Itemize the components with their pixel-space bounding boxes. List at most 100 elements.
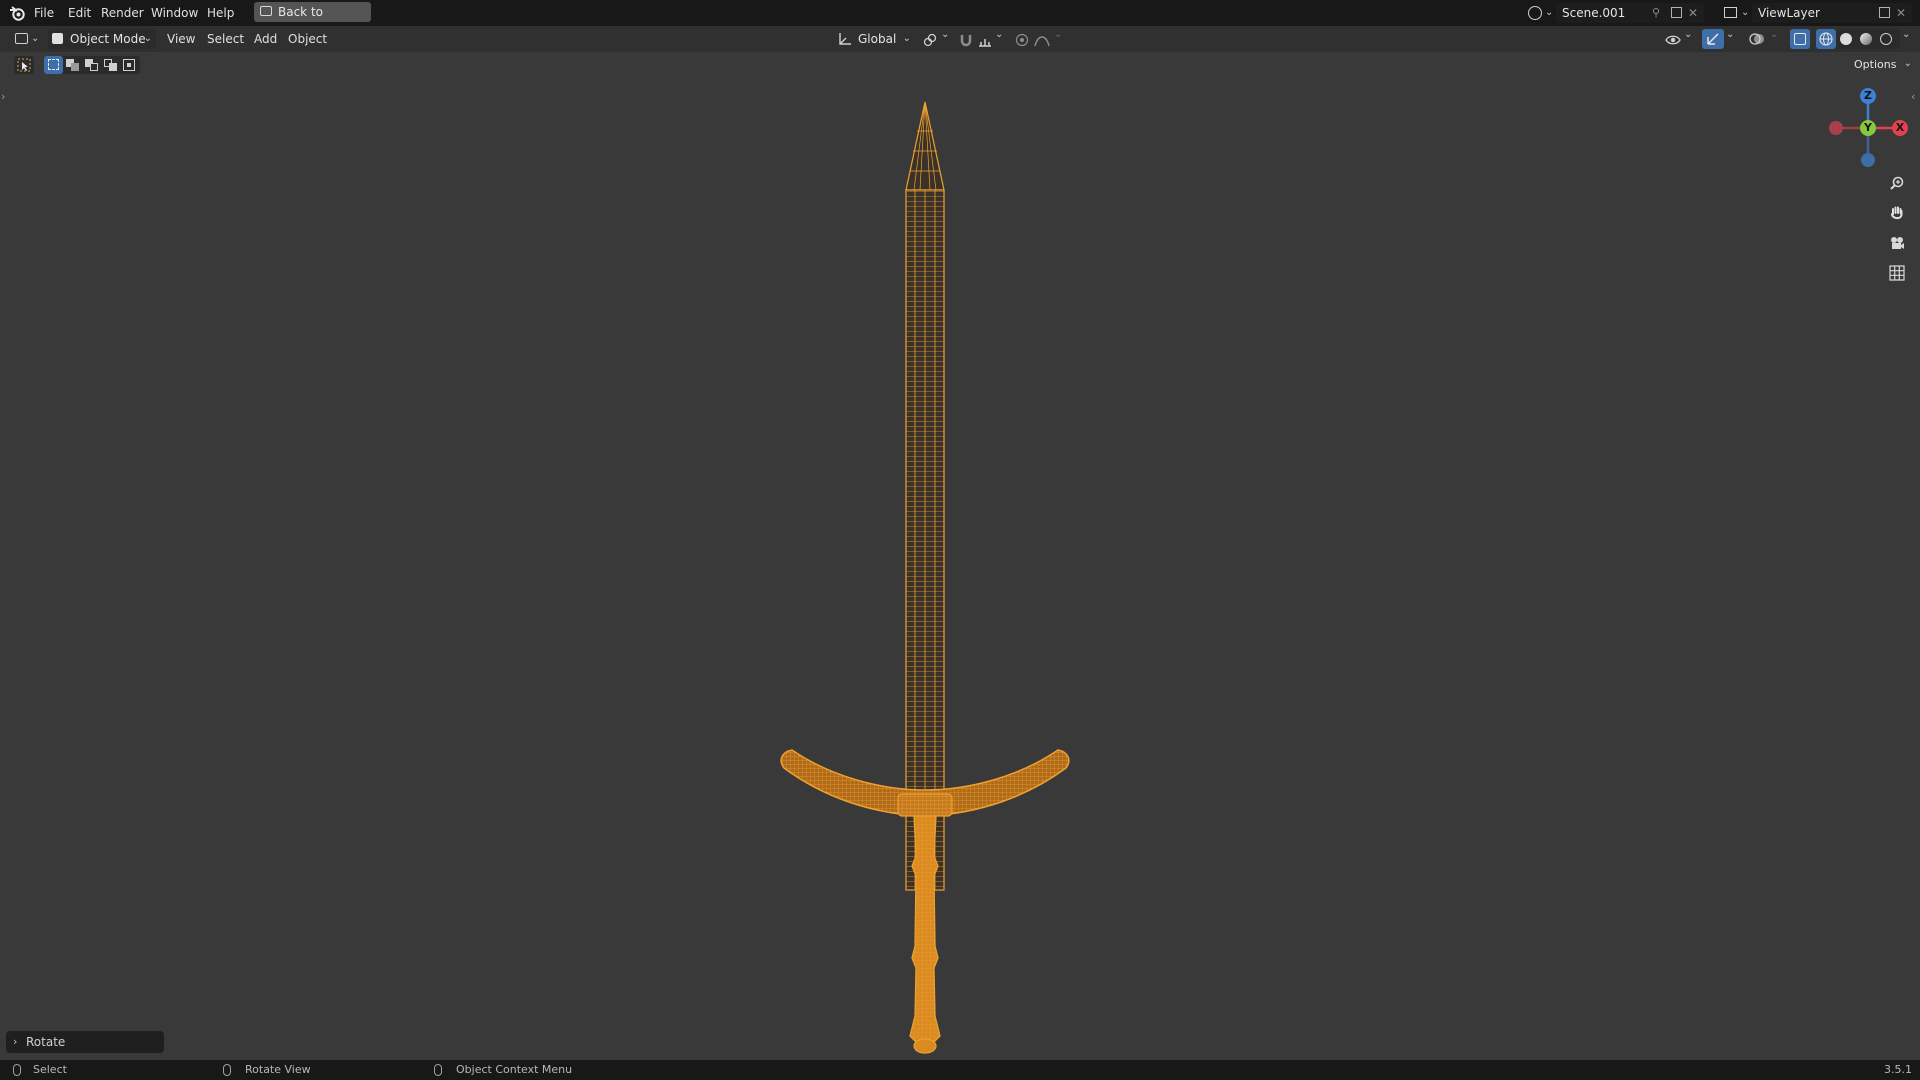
overlays-icon <box>1749 33 1764 45</box>
falloff-curve-icon[interactable] <box>1034 33 1050 47</box>
close-icon[interactable]: ✕ <box>1896 3 1906 23</box>
overlays-toggle-button[interactable] <box>1746 29 1768 49</box>
view-layer-text: ViewLayer <box>1758 6 1820 20</box>
gizmo-neg-x[interactable] <box>1829 121 1843 135</box>
chevron-down-icon: ⌄ <box>1054 29 1063 40</box>
menu-add[interactable]: Add <box>254 26 277 52</box>
scene-icon <box>1528 6 1542 20</box>
rendered-shading-button[interactable] <box>1876 29 1896 49</box>
snap-controls[interactable]: ⌄ <box>958 29 1004 49</box>
hand-icon[interactable] <box>1884 200 1910 226</box>
chevron-down-icon: ⌄ <box>1741 7 1750 18</box>
menu-object[interactable]: Object <box>288 26 327 52</box>
sword-mesh[interactable] <box>770 96 1080 1056</box>
options-label: Options <box>1854 58 1897 71</box>
gizmo-dropdown-chevron-icon[interactable]: ⌄ <box>1726 29 1734 40</box>
gizmo-toggle-button[interactable] <box>1702 29 1724 49</box>
redo-panel-label: Rotate <box>26 1035 66 1049</box>
pommel <box>913 1038 937 1054</box>
gizmo-z-axis[interactable]: Z <box>1860 88 1876 104</box>
chevron-down-icon: ⌄ <box>31 33 40 44</box>
mouse-left-icon <box>13 1064 21 1076</box>
status-select: Select <box>33 1063 67 1076</box>
mode-label: Object Mode <box>70 32 146 46</box>
selection-mode-group <box>44 56 140 74</box>
wireframe-shading-button[interactable] <box>1816 29 1836 49</box>
snap-increment-icon[interactable] <box>978 33 992 47</box>
eye-icon <box>1665 35 1681 45</box>
chevron-down-icon: ⌄ <box>1903 58 1912 69</box>
toolbar-expand-arrow-icon[interactable]: › <box>1 90 5 103</box>
xray-toggle-button[interactable] <box>1790 29 1810 49</box>
blender-icon[interactable] <box>9 5 25 21</box>
select-extend-icon-part <box>71 63 79 71</box>
transform-orientation-dropdown[interactable]: Global ⌄ <box>835 29 913 49</box>
menu-edit[interactable]: Edit <box>68 0 91 26</box>
select-subtract-button[interactable] <box>82 56 101 74</box>
scene-name-text: Scene.001 <box>1562 6 1626 20</box>
status-rotate-view: Rotate View <box>245 1063 311 1076</box>
mouse-right-icon <box>434 1064 442 1076</box>
mouse-middle-icon <box>223 1064 231 1076</box>
wireframe-sphere-icon <box>1819 32 1833 46</box>
redo-last-panel[interactable]: › Rotate <box>6 1031 164 1053</box>
menu-help[interactable]: Help <box>207 0 234 26</box>
menu-render[interactable]: Render <box>101 0 144 26</box>
gizmo-x-axis[interactable]: X <box>1892 120 1908 136</box>
tool-select-box-button[interactable] <box>14 56 34 74</box>
zoom-icon[interactable] <box>1884 170 1910 196</box>
chevron-down-icon: ⌄ <box>143 33 152 44</box>
back-to-previous-button[interactable]: Back to Previous <box>254 2 371 39</box>
view-layer-browse-button[interactable]: ⌄ <box>1722 4 1752 22</box>
new-scene-icon[interactable] <box>1671 7 1682 18</box>
close-icon[interactable]: ✕ <box>1688 3 1698 23</box>
scene-name-field[interactable]: Scene.001 ⚲ ✕ <box>1556 3 1704 23</box>
snap-magnet-icon[interactable] <box>959 33 973 47</box>
pin-icon[interactable]: ⚲ <box>1652 3 1660 23</box>
menu-window[interactable]: Window <box>151 0 198 26</box>
proportional-edit-icon[interactable] <box>1015 33 1029 47</box>
gizmo-neg-z[interactable] <box>1861 153 1875 167</box>
xray-icon <box>1794 33 1806 45</box>
gizmo-icon <box>1707 33 1719 45</box>
select-extend-button[interactable] <box>63 56 82 74</box>
solid-shading-button[interactable] <box>1836 29 1856 49</box>
chevron-down-icon: ⌄ <box>1545 7 1554 18</box>
chevron-right-icon: › <box>13 1035 18 1048</box>
grid-icon[interactable] <box>1884 260 1910 286</box>
select-new-icon <box>48 59 59 70</box>
camera-icon[interactable] <box>1884 230 1910 256</box>
select-intersect-icon-part <box>127 63 131 67</box>
solid-sphere-icon <box>1840 33 1852 45</box>
pivot-icon <box>923 33 937 47</box>
visibility-dropdown[interactable]: ⌄ <box>1664 29 1694 49</box>
select-new-button[interactable] <box>44 56 63 74</box>
orientation-label: Global <box>858 32 897 46</box>
screen-back-icon <box>260 6 272 16</box>
menu-file[interactable]: File <box>34 0 54 26</box>
shading-dropdown-chevron-icon[interactable]: ⌄ <box>1902 29 1910 40</box>
view-layer-field[interactable]: ViewLayer ✕ <box>1752 3 1912 23</box>
chevron-down-icon: ⌄ <box>902 33 911 44</box>
shading-mode-group <box>1816 29 1900 49</box>
proportional-editing-controls[interactable]: ⌄ <box>1014 29 1064 49</box>
options-dropdown[interactable]: Options ⌄ <box>1848 56 1914 74</box>
select-cursor-icon <box>17 58 31 72</box>
select-invert-button[interactable] <box>101 56 120 74</box>
new-view-layer-icon[interactable] <box>1879 7 1890 18</box>
editor-type-button[interactable]: ⌄ <box>13 29 41 49</box>
rendered-sphere-icon <box>1880 33 1892 45</box>
guard-center-wires <box>898 794 952 816</box>
overlays-dropdown-chevron-icon[interactable]: ⌄ <box>1770 29 1778 40</box>
chevron-down-icon: ⌄ <box>941 29 950 40</box>
gizmo-y-axis[interactable]: Y <box>1860 120 1876 136</box>
material-preview-button[interactable] <box>1856 29 1876 49</box>
chevron-down-icon: ⌄ <box>995 29 1004 40</box>
scene-browse-button[interactable]: ⌄ <box>1526 4 1556 22</box>
select-intersect-button[interactable] <box>120 56 139 74</box>
mode-dropdown[interactable]: Object Mode ⌄ <box>48 29 156 49</box>
status-context-menu: Object Context Menu <box>456 1063 573 1076</box>
menu-view[interactable]: View <box>167 26 195 52</box>
menu-select[interactable]: Select <box>207 26 244 52</box>
pivot-point-dropdown[interactable]: ⌄ <box>921 29 951 49</box>
